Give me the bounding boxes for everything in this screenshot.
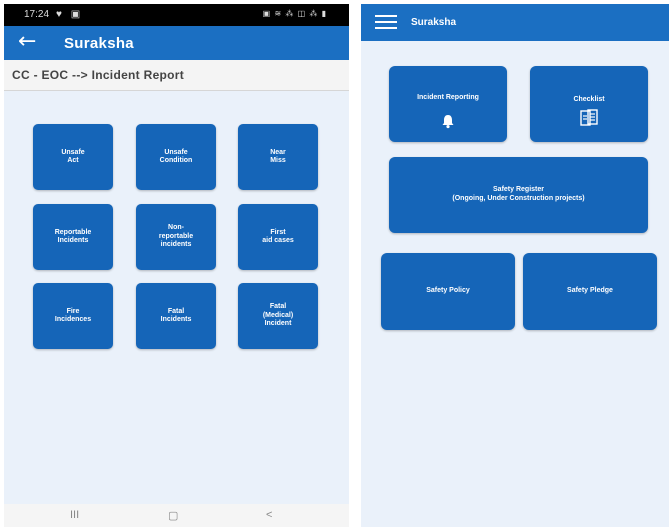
tile-label: Incident Reporting — [417, 94, 479, 101]
tile-label: Checklist — [573, 96, 605, 103]
back-nav-icon[interactable]: < — [266, 509, 272, 521]
near-miss-button[interactable]: Near Miss — [238, 124, 318, 190]
incident-reporting-button[interactable]: Incident Reporting — [389, 66, 507, 142]
safety-policy-button[interactable]: Safety Policy — [381, 253, 515, 330]
right-phone-screen: Suraksha Incident Reporting Checklist Sa… — [361, 4, 669, 527]
hamburger-menu-icon[interactable] — [375, 15, 397, 30]
breadcrumb-text: CC - EOC --> Incident Report — [12, 68, 185, 82]
left-phone-screen: 17:24 ♥ ▣ ▣ ≋ ⁂ ◫ ⁂ ▮ ← Suraksha CC - EO… — [4, 4, 349, 527]
first-aid-cases-button[interactable]: First aid cases — [238, 204, 318, 270]
app-title: Suraksha — [411, 17, 457, 28]
tile-label: Safety Policy — [426, 287, 470, 295]
clipboard-icon — [580, 109, 598, 126]
safety-pledge-button[interactable]: Safety Pledge — [523, 253, 657, 330]
tile-label: Fatal (Medical) Incident — [262, 303, 294, 328]
tile-label: Fire Incidences — [54, 307, 92, 323]
fire-incidences-button[interactable]: Fire Incidences — [33, 283, 113, 349]
unsafe-condition-button[interactable]: Unsafe Condition — [136, 124, 216, 190]
status-time: 17:24 — [24, 9, 50, 20]
notification-icons: ♥ ▣ — [56, 9, 84, 20]
tile-label: Near Miss — [270, 148, 286, 164]
breadcrumb: CC - EOC --> Incident Report — [4, 60, 349, 91]
tile-label: Safety Pledge — [567, 287, 613, 295]
non-reportable-incidents-button[interactable]: Non- reportable incidents — [136, 204, 216, 270]
tile-label: Fatal Incidents — [160, 307, 192, 323]
app-bar: ← Suraksha — [4, 26, 349, 60]
tile-label: First aid cases — [262, 228, 294, 244]
bell-icon — [442, 114, 454, 128]
arrow-left-icon[interactable]: ← — [18, 31, 36, 53]
tile-label: Unsafe Act — [61, 148, 85, 164]
app-title: Suraksha — [64, 35, 134, 52]
status-bar: 17:24 ♥ ▣ ▣ ≋ ⁂ ◫ ⁂ ▮ — [4, 4, 349, 26]
reportable-incidents-button[interactable]: Reportable Incidents — [33, 204, 113, 270]
system-status-icons: ▣ ≋ ⁂ ◫ ⁂ ▮ — [262, 9, 327, 18]
system-nav-bar: III ▢ < — [4, 504, 349, 527]
tile-label: Reportable Incidents — [54, 228, 92, 244]
fatal-medical-incident-button[interactable]: Fatal (Medical) Incident — [238, 283, 318, 349]
unsafe-act-button[interactable]: Unsafe Act — [33, 124, 113, 190]
app-bar: Suraksha — [361, 4, 669, 41]
home-icon[interactable]: ▢ — [168, 509, 178, 522]
tile-label: Non- reportable incidents — [158, 224, 194, 249]
tile-label: Unsafe Condition — [159, 148, 193, 164]
recents-icon[interactable]: III — [70, 509, 79, 521]
fatal-incidents-button[interactable]: Fatal Incidents — [136, 283, 216, 349]
checklist-button[interactable]: Checklist — [530, 66, 648, 142]
safety-register-button[interactable]: Safety Register (Ongoing, Under Construc… — [389, 157, 648, 233]
tile-label: Safety Register (Ongoing, Under Construc… — [452, 186, 585, 202]
